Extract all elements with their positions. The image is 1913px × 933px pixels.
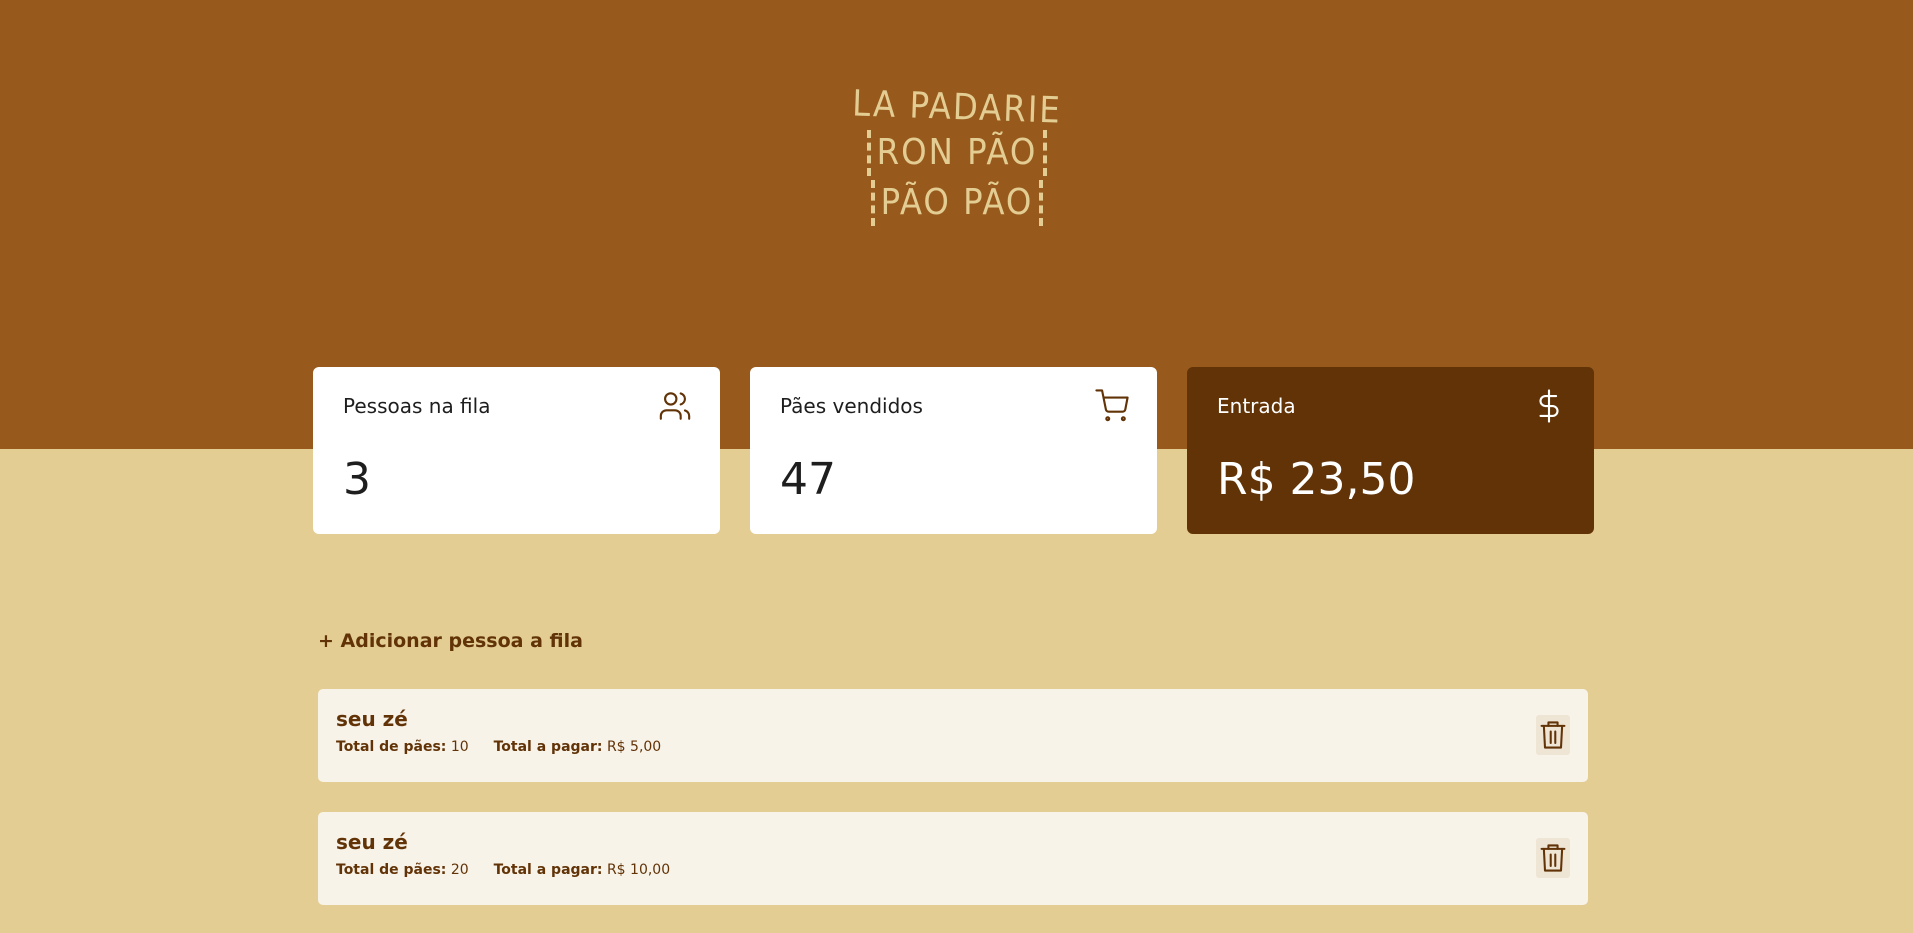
add-person-button[interactable]: + Adicionar pessoa a fila xyxy=(318,630,583,652)
delete-button[interactable] xyxy=(1536,715,1570,755)
person-name: seu zé xyxy=(336,707,408,731)
queue-list: seu zé Total de pães: 10 Total a pagar: … xyxy=(318,689,1588,933)
list-item: seu zé Total de pães: 10 Total a pagar: … xyxy=(318,689,1588,782)
summary-cards: Pessoas na fila 3 Pães vendidos 47 Entra… xyxy=(313,367,1594,534)
logo-line-3: PÃO PÃO xyxy=(880,182,1034,223)
card-label: Pães vendidos xyxy=(780,394,923,418)
pay-value: R$ 5,00 xyxy=(606,739,662,755)
breads-label: Total de pães: xyxy=(336,739,447,755)
logo-line-1: LA PADARIE xyxy=(851,83,1063,132)
trash-icon xyxy=(1540,721,1566,749)
breads-value: 20 xyxy=(450,862,469,878)
dollar-icon xyxy=(1539,389,1559,423)
card-value: R$ 23,50 xyxy=(1217,454,1416,505)
queue-count-card: Pessoas na fila 3 xyxy=(313,367,720,534)
person-details: Total de pães: 10 Total a pagar: R$ 5,00 xyxy=(336,737,1570,757)
card-value: 3 xyxy=(343,454,371,505)
pay-label: Total a pagar: xyxy=(493,862,603,878)
breads-sold-card: Pães vendidos 47 xyxy=(750,367,1157,534)
logo-row-2: RON PÃO xyxy=(852,128,1062,178)
trash-icon xyxy=(1540,844,1566,872)
logo: LA PADARIE RON PÃO PÃO PÃO xyxy=(852,83,1062,238)
person-details: Total de pães: 20 Total a pagar: R$ 10,0… xyxy=(336,860,1570,880)
logo-row-3: PÃO PÃO xyxy=(852,178,1062,228)
pay-label: Total a pagar: xyxy=(493,739,603,755)
person-name: seu zé xyxy=(336,830,408,854)
breads-label: Total de pães: xyxy=(336,862,447,878)
delete-button[interactable] xyxy=(1536,838,1570,878)
card-value: 47 xyxy=(780,454,836,505)
card-label: Pessoas na fila xyxy=(343,394,491,418)
card-label: Entrada xyxy=(1217,394,1296,418)
logo-line-2: RON PÃO xyxy=(876,132,1038,173)
income-card: Entrada R$ 23,50 xyxy=(1187,367,1594,534)
pay-value: R$ 10,00 xyxy=(606,862,671,878)
users-icon xyxy=(659,392,691,420)
breads-value: 10 xyxy=(450,739,469,755)
list-item: seu zé Total de pães: 20 Total a pagar: … xyxy=(318,812,1588,905)
cart-icon xyxy=(1095,389,1129,422)
